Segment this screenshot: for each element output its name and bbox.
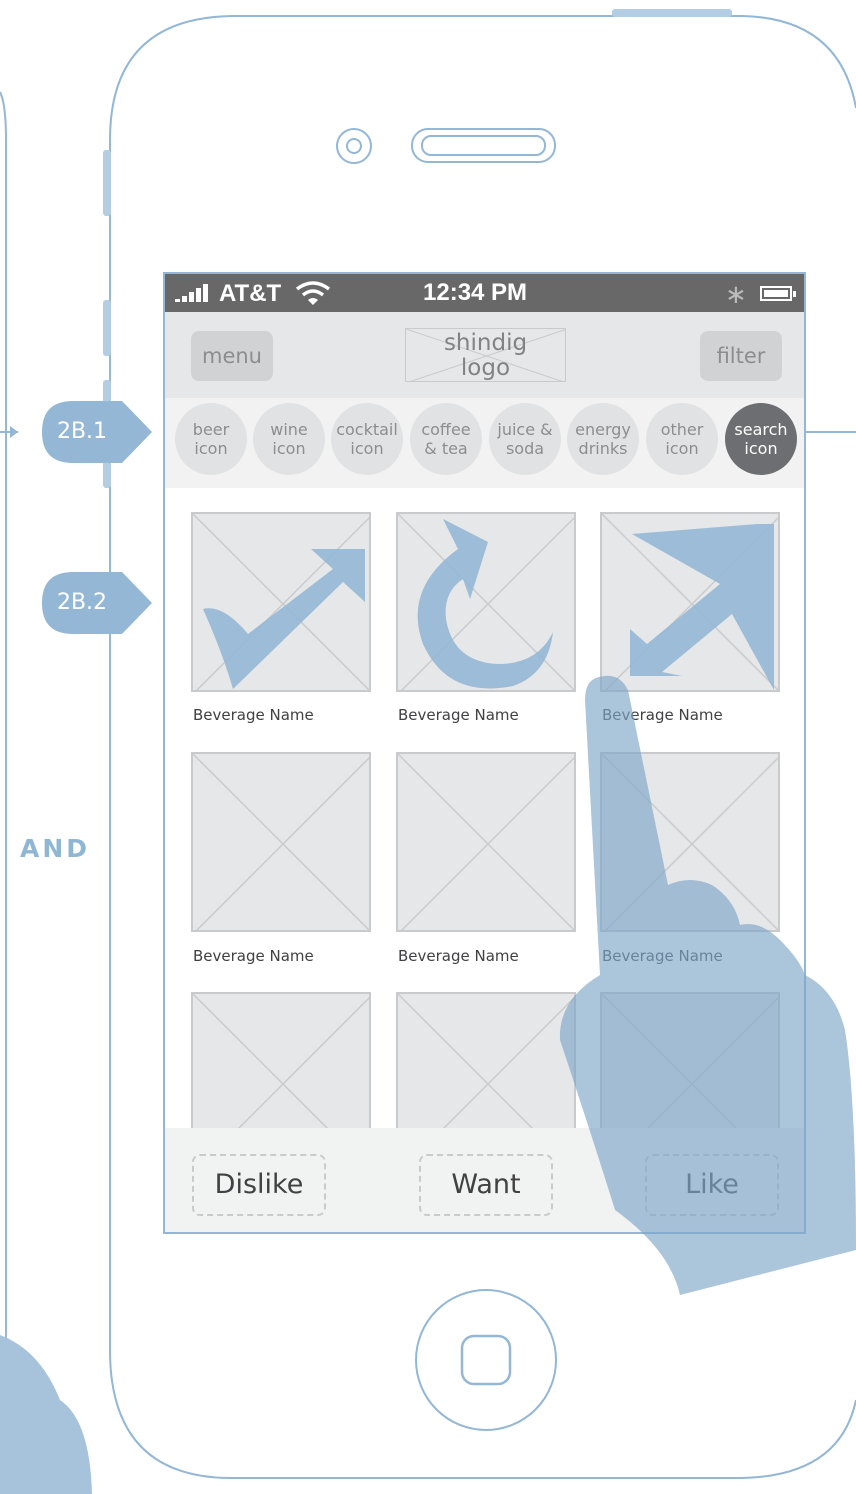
swipe-right-up-arrow-icon <box>203 549 365 689</box>
callout-label: 2B.2 <box>56 590 108 615</box>
bluetooth-icon: ∗ <box>725 279 747 309</box>
beverage-image[interactable] <box>396 512 576 692</box>
beverage-image[interactable] <box>191 512 371 692</box>
beverage-name: Beverage Name <box>602 706 723 724</box>
like-button[interactable]: Like <box>645 1154 779 1216</box>
status-bar: AT&T 12:34 PM ∗ <box>165 274 804 312</box>
category-search[interactable]: search icon <box>725 403 797 475</box>
beverage-name: Beverage Name <box>193 947 314 965</box>
beverage-name: Beverage Name <box>398 706 519 724</box>
phone-screen: AT&T 12:34 PM ∗ menu shindig logo filter… <box>163 272 806 1234</box>
battery-icon <box>760 286 796 301</box>
category-energy-drinks[interactable]: energy drinks <box>567 403 639 475</box>
dislike-button[interactable]: Dislike <box>192 1154 326 1216</box>
beverage-image[interactable] <box>600 512 780 692</box>
swipe-left-down-arrow-icon <box>630 524 774 690</box>
annotation-callout-2b2: 2B.2 <box>42 572 152 634</box>
category-beer[interactable]: beer icon <box>175 403 247 475</box>
beverage-name: Beverage Name <box>398 947 519 965</box>
beverage-image[interactable] <box>600 752 780 932</box>
category-cocktail[interactable]: cocktail icon <box>331 403 403 475</box>
and-label: AND <box>20 834 91 863</box>
category-bar: beer icon wine icon cocktail icon coffee… <box>165 398 804 488</box>
logo-text: shindig logo <box>443 330 528 381</box>
beverage-name: Beverage Name <box>602 947 723 965</box>
want-button[interactable]: Want <box>419 1154 553 1216</box>
nav-bar: menu shindig logo filter <box>165 312 804 398</box>
wifi-icon <box>295 281 331 305</box>
action-bar: Dislike Want Like <box>165 1128 804 1232</box>
callout-label: 2B.1 <box>56 419 108 444</box>
filter-button[interactable]: filter <box>700 331 782 381</box>
beverage-image[interactable] <box>396 752 576 932</box>
carrier-label: AT&T <box>219 280 282 307</box>
menu-button[interactable]: menu <box>191 331 273 381</box>
category-coffee-tea[interactable]: coffee & tea <box>410 403 482 475</box>
status-time: 12:34 PM <box>423 279 528 306</box>
beverage-grid: Beverage Name Beverage Name Beverage Nam… <box>165 488 804 1172</box>
annotation-callout-2b1: 2B.1 <box>42 401 152 463</box>
rotate-arrow-icon <box>417 519 553 689</box>
beverage-name: Beverage Name <box>193 706 314 724</box>
category-juice-soda[interactable]: juice & soda <box>489 403 561 475</box>
signal-bars-icon <box>175 284 215 302</box>
category-other[interactable]: other icon <box>646 403 718 475</box>
category-wine[interactable]: wine icon <box>253 403 325 475</box>
app-logo: shindig logo <box>405 328 566 382</box>
beverage-image[interactable] <box>191 752 371 932</box>
